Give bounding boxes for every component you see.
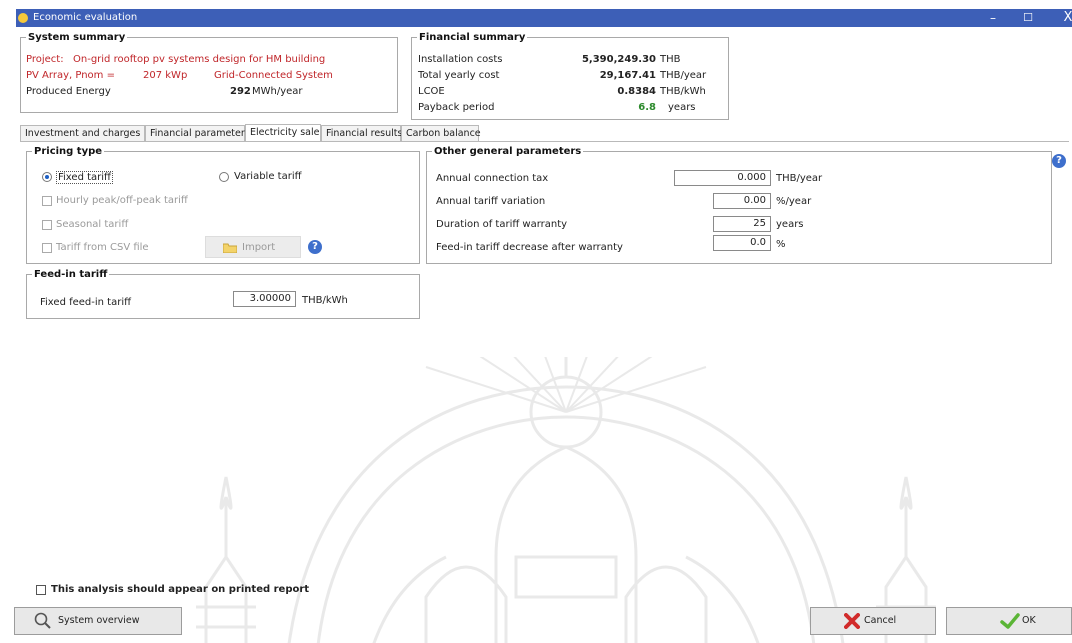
fin-unit-installation: THB xyxy=(660,54,681,65)
tariff-warranty-unit: years xyxy=(776,219,804,230)
close-button[interactable]: X xyxy=(1056,9,1072,27)
feed-in-tariff-unit: THB/kWh xyxy=(302,295,348,306)
tariff-decrease-input[interactable]: 0.0 xyxy=(713,235,771,251)
fixed-tariff-radio[interactable] xyxy=(42,172,52,182)
app-icon xyxy=(18,13,28,23)
title-bar[interactable]: Economic evaluation – ☐ X xyxy=(16,9,1072,27)
system-overview-button[interactable]: System overview xyxy=(14,607,182,635)
system-overview-label: System overview xyxy=(58,615,140,626)
maximize-button[interactable]: ☐ xyxy=(1016,9,1040,27)
import-button[interactable]: Import xyxy=(205,236,301,258)
search-icon xyxy=(34,612,51,629)
tariff-warranty-input[interactable]: 25 xyxy=(713,216,771,232)
tariff-variation-unit: %/year xyxy=(776,196,812,207)
fin-value-installation: 5,390,249.30 xyxy=(581,54,656,65)
print-report-checkbox[interactable] xyxy=(36,585,46,595)
feed-in-tariff-group: Feed-in tariff xyxy=(26,269,420,319)
tariff-decrease-unit: % xyxy=(776,239,786,250)
produced-energy-value: 292 xyxy=(230,86,251,97)
economic-evaluation-window: Economic evaluation – ☐ X System summary… xyxy=(0,0,1072,643)
fin-label-yearly: Total yearly cost xyxy=(418,70,500,81)
csv-tariff-label: Tariff from CSV file xyxy=(56,242,149,253)
ok-button[interactable]: OK xyxy=(946,607,1072,635)
fin-label-installation: Installation costs xyxy=(418,54,503,65)
produced-energy-unit: MWh/year xyxy=(252,86,303,97)
fixed-tariff-label[interactable]: Fixed tariff xyxy=(56,171,113,184)
cancel-label: Cancel xyxy=(864,615,897,626)
feed-in-tariff-label: Fixed feed-in tariff xyxy=(40,297,131,308)
system-summary-legend: System summary xyxy=(28,32,126,43)
tab-carbon-balance[interactable]: Carbon balance xyxy=(401,125,481,141)
tab-electricity-sale[interactable]: Electricity sale xyxy=(245,124,321,142)
fin-unit-payback: years xyxy=(668,102,696,113)
tariff-decrease-label: Feed-in tariff decrease after warranty xyxy=(436,242,623,253)
dialog-body: System summary Project: On-grid rooftop … xyxy=(14,27,1072,643)
help-icon[interactable]: ? xyxy=(308,240,322,254)
ok-label: OK xyxy=(1022,615,1036,626)
fin-value-yearly: 29,167.41 xyxy=(599,70,656,81)
fin-label-payback: Payback period xyxy=(418,102,495,113)
feed-in-tariff-input[interactable]: 3.00000 xyxy=(233,291,296,307)
connection-tax-input[interactable]: 0.000 xyxy=(674,170,771,186)
cancel-button[interactable]: Cancel xyxy=(810,607,936,635)
tab-financial-results[interactable]: Financial results xyxy=(321,125,402,141)
seasonal-tariff-label: Seasonal tariff xyxy=(56,219,129,230)
hourly-tariff-label: Hourly peak/off-peak tariff xyxy=(56,195,188,206)
produced-energy-label: Produced Energy xyxy=(26,86,111,97)
other-parameters-legend: Other general parameters xyxy=(434,146,582,157)
import-label: Import xyxy=(242,242,276,253)
fin-value-lcoe: 0.8384 xyxy=(617,86,656,97)
fin-unit-yearly: THB/year xyxy=(660,70,707,81)
checkmark-icon xyxy=(1000,613,1020,629)
minimize-button[interactable]: – xyxy=(981,9,1005,27)
hourly-tariff-checkbox[interactable] xyxy=(42,196,52,206)
csv-tariff-checkbox[interactable] xyxy=(42,243,52,253)
pv-array-value: 207 kWp xyxy=(143,70,188,81)
fin-label-lcoe: LCOE xyxy=(418,86,445,97)
connection-tax-unit: THB/year xyxy=(776,173,823,184)
financial-summary-legend: Financial summary xyxy=(419,32,526,43)
fin-value-payback: 6.8 xyxy=(638,102,656,113)
tariff-warranty-label: Duration of tariff warranty xyxy=(436,219,568,230)
tariff-variation-input[interactable]: 0.00 xyxy=(713,193,771,209)
window-title: Economic evaluation xyxy=(33,12,138,23)
seasonal-tariff-checkbox[interactable] xyxy=(42,220,52,230)
pv-array-label: PV Array, Pnom = xyxy=(26,70,115,81)
connection-tax-label: Annual connection tax xyxy=(436,173,549,184)
print-report-label[interactable]: This analysis should appear on printed r… xyxy=(51,584,309,595)
project-value: On-grid rooftop pv systems design for HM… xyxy=(73,54,326,65)
fin-unit-lcoe: THB/kWh xyxy=(660,86,706,97)
project-label: Project: xyxy=(26,54,64,65)
variable-tariff-radio[interactable] xyxy=(219,172,229,182)
cancel-x-icon xyxy=(844,613,860,629)
tab-financial-parameters[interactable]: Financial parameters xyxy=(145,125,250,141)
variable-tariff-label[interactable]: Variable tariff xyxy=(234,171,302,182)
pricing-type-legend: Pricing type xyxy=(34,146,103,157)
feed-in-tariff-legend: Feed-in tariff xyxy=(34,269,108,280)
folder-icon xyxy=(223,243,237,253)
tab-investment-and-charges[interactable]: Investment and charges xyxy=(20,125,145,141)
help-icon[interactable]: ? xyxy=(1052,154,1066,168)
tariff-variation-label: Annual tariff variation xyxy=(436,196,546,207)
system-type: Grid-Connected System xyxy=(214,70,333,81)
